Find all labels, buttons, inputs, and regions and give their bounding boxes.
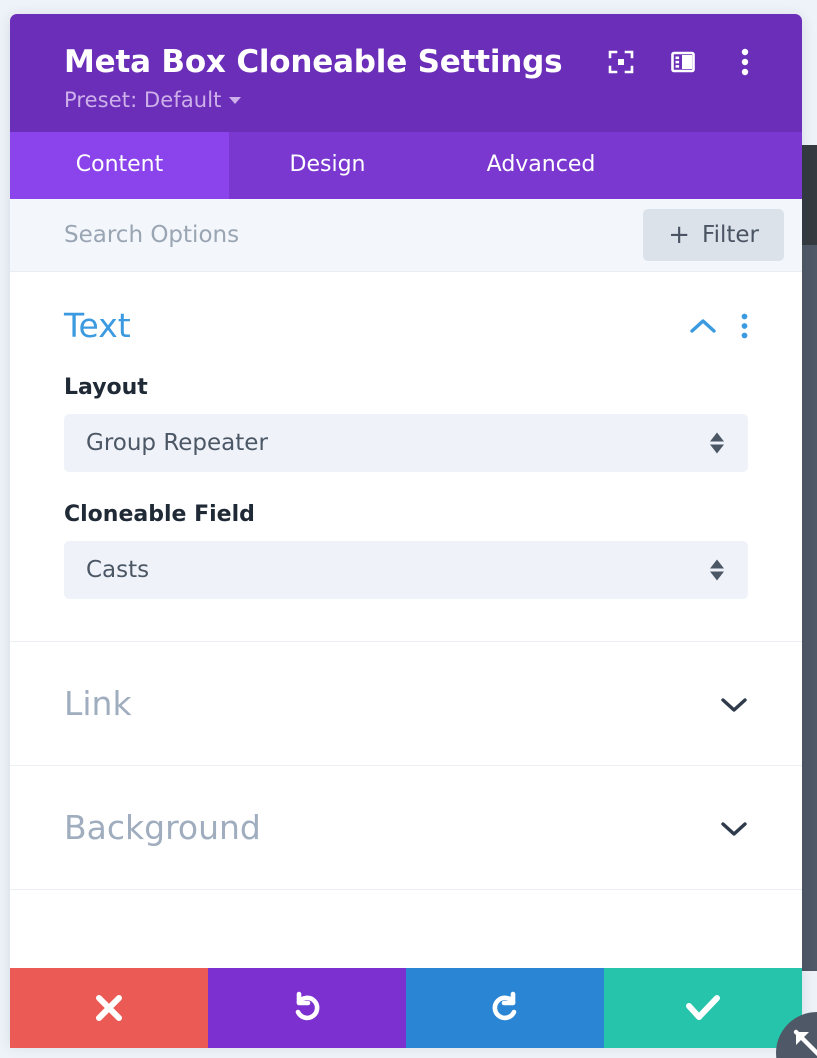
tab-design[interactable]: Design: [229, 132, 426, 199]
checkmark-icon: [684, 993, 722, 1023]
undo-arrow-icon: [289, 990, 325, 1026]
page-scrollbar[interactable]: [800, 145, 817, 971]
section-link: Link: [10, 642, 802, 766]
section-link-title: Link: [64, 684, 132, 723]
section-background: Background: [10, 766, 802, 890]
section-background-header[interactable]: Background: [64, 766, 748, 889]
section-link-header[interactable]: Link: [64, 642, 748, 765]
field-cloneable-field-label: Cloneable Field: [64, 502, 748, 527]
panel-layout-icon[interactable]: [668, 47, 698, 77]
filter-button[interactable]: + Filter: [643, 209, 784, 261]
page-title: Meta Box Cloneable Settings: [64, 44, 562, 80]
field-cloneable-field-value: Casts: [86, 557, 149, 583]
modal-header: Meta Box Cloneable Settings: [10, 14, 802, 132]
preset-label: Preset: Default: [64, 88, 221, 112]
field-layout-value: Group Repeater: [86, 430, 268, 456]
plus-icon: +: [668, 222, 690, 248]
cancel-button[interactable]: [10, 968, 208, 1048]
chevron-up-icon[interactable]: [689, 317, 717, 335]
close-x-icon: [92, 991, 126, 1025]
more-vertical-icon[interactable]: [730, 47, 760, 77]
header-title-row: Meta Box Cloneable Settings: [10, 44, 802, 80]
chevron-down-icon: [229, 97, 241, 104]
save-button[interactable]: [604, 968, 802, 1048]
page-scrollbar-thumb[interactable]: [800, 145, 817, 245]
preset-selector[interactable]: Preset: Default: [10, 80, 802, 112]
redo-arrow-icon: [487, 990, 523, 1026]
section-text-header[interactable]: Text: [64, 272, 748, 357]
chevron-down-icon[interactable]: [720, 695, 748, 713]
filter-button-label: Filter: [702, 222, 759, 248]
section-link-controls: [720, 695, 748, 713]
field-layout-label: Layout: [64, 375, 748, 400]
section-text-content: Layout Group Repeater Cloneable Field Ca…: [64, 357, 748, 641]
resize-arrow-icon: [790, 1026, 817, 1058]
tab-content[interactable]: Content: [10, 132, 229, 199]
chevron-down-icon[interactable]: [720, 819, 748, 837]
field-cloneable-field-select[interactable]: Casts: [64, 541, 748, 599]
section-background-controls: [720, 819, 748, 837]
tab-advanced[interactable]: Advanced: [426, 132, 656, 199]
section-text-controls: [689, 313, 748, 339]
section-more-vertical-icon[interactable]: [741, 313, 748, 339]
modal-action-bar: [10, 968, 802, 1048]
settings-scroll-area[interactable]: Text: [10, 272, 802, 1044]
focus-target-icon[interactable]: [606, 47, 636, 77]
settings-modal: Meta Box Cloneable Settings: [10, 14, 802, 1044]
tab-bar: Content Design Advanced: [10, 132, 802, 199]
field-cloneable-field: Cloneable Field Casts: [64, 502, 748, 599]
undo-button[interactable]: [208, 968, 406, 1048]
header-icon-group: [606, 47, 760, 77]
select-stepper-icon: [710, 560, 724, 581]
redo-button[interactable]: [406, 968, 604, 1048]
section-background-title: Background: [64, 808, 261, 847]
section-text: Text: [10, 272, 802, 642]
select-stepper-icon: [710, 433, 724, 454]
search-input[interactable]: [64, 222, 643, 248]
field-layout: Layout Group Repeater: [64, 375, 748, 472]
search-filter-bar: + Filter: [10, 199, 802, 272]
section-text-title: Text: [64, 306, 131, 345]
field-layout-select[interactable]: Group Repeater: [64, 414, 748, 472]
